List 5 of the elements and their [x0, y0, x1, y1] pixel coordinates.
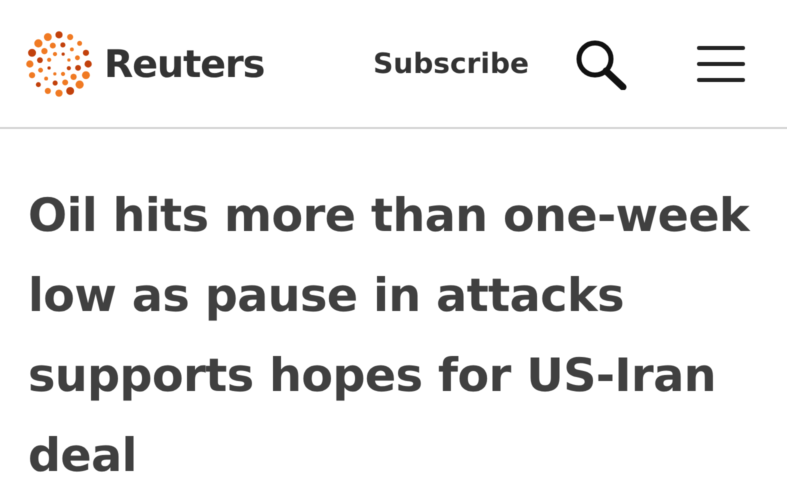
- logo-icon: [24, 28, 94, 98]
- subscribe-link[interactable]: Subscribe: [373, 47, 529, 80]
- menu-icon[interactable]: [697, 46, 745, 82]
- brand-name: Reuters: [104, 42, 264, 86]
- headline: Oil hits more than one-week low as pause in attacks supports hopes for US-Iran deal: [27, 187, 752, 484]
